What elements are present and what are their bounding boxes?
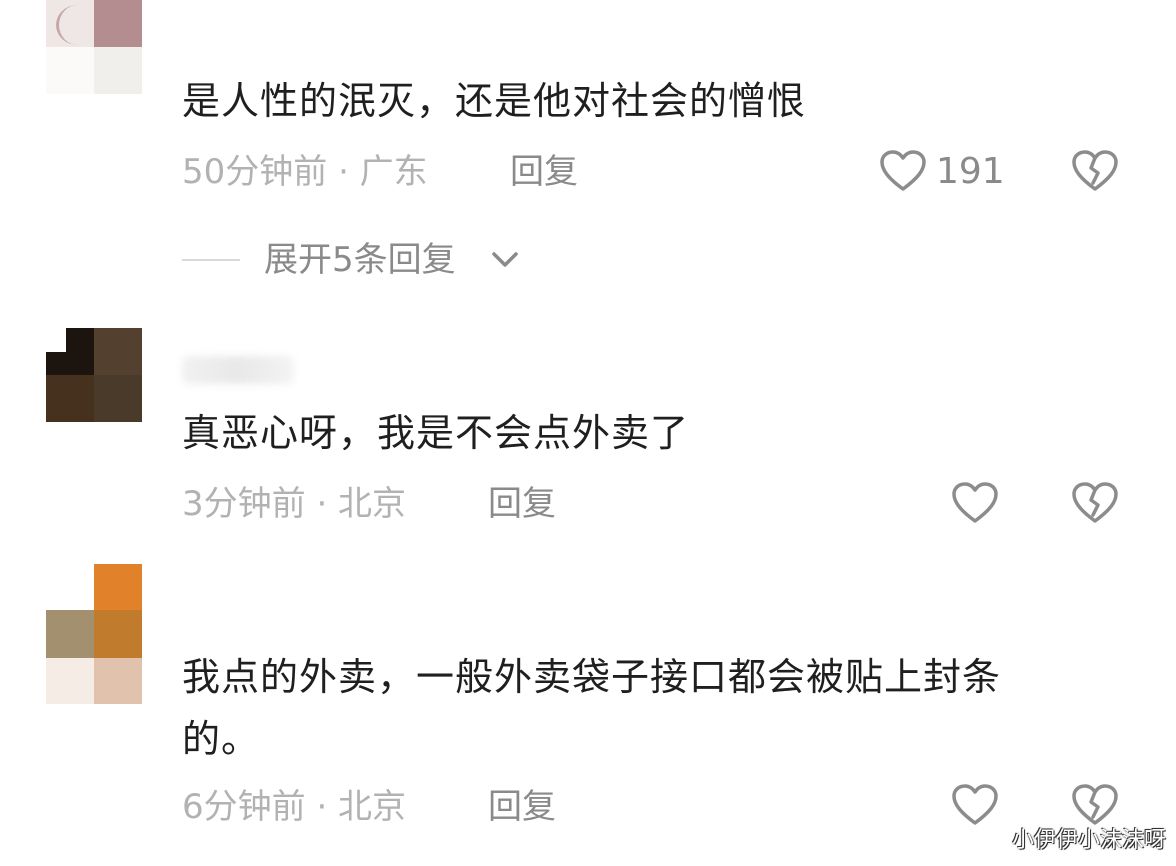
avatar[interactable]: [46, 564, 142, 704]
comment-text: 是人性的泯灭，还是他对社会的憎恨: [182, 79, 807, 123]
broken-heart-icon[interactable]: [1070, 148, 1120, 194]
comment-meta: 50分钟前 · 广东: [182, 152, 428, 192]
heart-outline-icon[interactable]: [950, 480, 1000, 526]
comment-meta: 3分钟前 · 北京: [182, 484, 407, 524]
like-count: 191: [936, 151, 1005, 192]
broken-heart-icon[interactable]: [1070, 480, 1120, 526]
watermark: 小伊伊小沫沫呀: [1011, 828, 1166, 853]
blurred-username: [182, 356, 294, 384]
chevron-down-icon[interactable]: [490, 250, 520, 270]
reply-button[interactable]: 回复: [488, 484, 556, 524]
comment-text: 我点的外卖，一般外卖袋子接口都会被贴上封条: [182, 655, 1002, 699]
avatar[interactable]: [46, 0, 142, 94]
comment-list: 是人性的泯灭，还是他对社会的憎恨 50分钟前 · 广东 回复 191 展开5条回…: [0, 0, 1176, 866]
reply-button[interactable]: 回复: [510, 152, 578, 192]
expand-divider: [182, 259, 240, 261]
comment-text: 真恶心呀，我是不会点外卖了: [182, 411, 690, 455]
avatar[interactable]: [46, 328, 142, 422]
heart-outline-icon[interactable]: [878, 148, 928, 194]
comment-text-continued: 的。: [182, 717, 261, 761]
comment-meta: 6分钟前 · 北京: [182, 787, 407, 827]
expand-replies-button[interactable]: 展开5条回复: [264, 240, 456, 280]
heart-outline-icon[interactable]: [950, 782, 1000, 828]
reply-button[interactable]: 回复: [488, 787, 556, 827]
